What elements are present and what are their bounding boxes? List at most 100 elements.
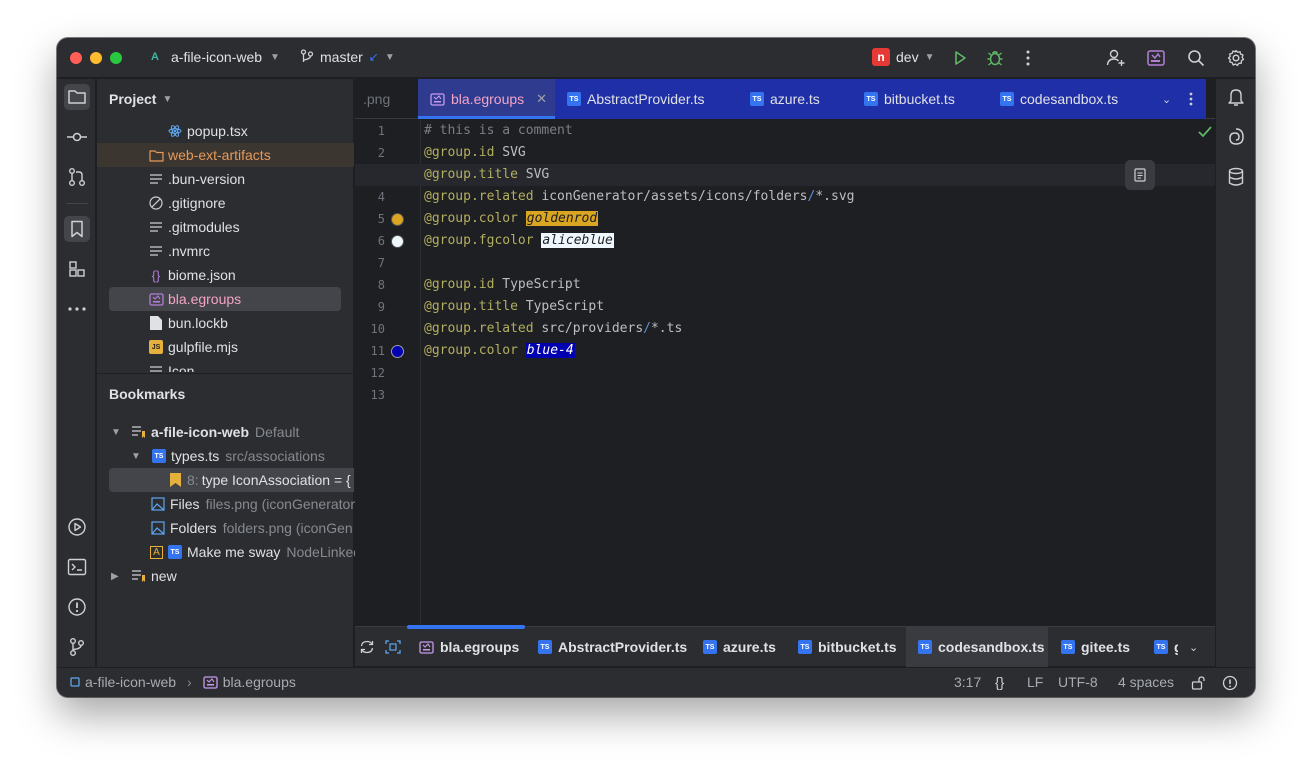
problems-icon[interactable]: [64, 594, 90, 620]
bottom-tab[interactable]: TS bitbucket.ts: [798, 627, 897, 667]
tab-list-chevron-icon[interactable]: ⌄: [1162, 79, 1171, 119]
tree-item[interactable]: JS gulpfile.mjs: [97, 335, 354, 359]
structure-icon[interactable]: [64, 256, 90, 282]
bookmark-hint: folders.png (iconGen: [222, 520, 353, 536]
bottom-tab[interactable]: TS g: [1154, 627, 1178, 667]
minimize-window-button[interactable]: [90, 52, 102, 64]
run-icon[interactable]: [64, 514, 90, 540]
text-file-icon: [148, 219, 164, 235]
tree-item-label: gulpfile.mjs: [168, 339, 239, 355]
editor-tab[interactable]: .png: [363, 79, 390, 119]
typescript-icon: TS: [798, 640, 812, 654]
code-keyword: @group.id: [424, 145, 495, 160]
breadcrumb-file[interactable]: bla.egroups: [223, 674, 296, 690]
tree-item-selected[interactable]: bla.egroups: [109, 287, 341, 311]
tree-item[interactable]: popup.tsx: [97, 119, 354, 143]
play-icon[interactable]: [949, 47, 971, 69]
code-separator: /: [643, 321, 651, 336]
project-tree: popup.tsx web-ext-artifacts .bun-version…: [97, 119, 354, 372]
tab-list-chevron-icon[interactable]: ⌄: [1189, 627, 1198, 667]
search-icon[interactable]: [1185, 47, 1207, 69]
bottom-tab[interactable]: TS azure.ts: [703, 627, 776, 667]
caret-position[interactable]: 3:17: [954, 674, 981, 690]
tree-item[interactable]: .bun-version: [97, 167, 354, 191]
bookmark-file[interactable]: ▼ TS types.ts src/associations: [97, 444, 354, 468]
problems-status-icon[interactable]: [1222, 675, 1238, 691]
line-ending[interactable]: LF: [1027, 674, 1043, 690]
bookmark-group[interactable]: ▶ new: [97, 564, 354, 588]
run-config-selector[interactable]: n dev ▼: [872, 48, 934, 66]
color-swatch-blue[interactable]: [391, 345, 404, 358]
encoding[interactable]: UTF-8: [1058, 674, 1098, 690]
editor-tab-active[interactable]: bla.egroups ✕: [418, 79, 555, 119]
tree-item[interactable]: Icon: [97, 359, 354, 372]
debug-icon[interactable]: [984, 47, 1006, 69]
bottom-tab[interactable]: bla.egroups: [419, 627, 519, 667]
tree-item[interactable]: .nvmrc: [97, 239, 354, 263]
project-folder-icon[interactable]: [64, 84, 90, 110]
editor-tab[interactable]: TS codesandbox.ts: [1000, 79, 1118, 119]
chevron-down-icon: ▼: [384, 51, 395, 63]
add-user-icon[interactable]: [1105, 47, 1127, 69]
bookmark-icon: [167, 472, 183, 488]
database-icon[interactable]: [1223, 164, 1249, 190]
branch-name: master: [320, 49, 363, 65]
close-window-button[interactable]: [70, 52, 82, 64]
braces-icon[interactable]: {}: [995, 674, 1004, 690]
line-number: 13: [370, 388, 385, 402]
terminal-icon[interactable]: [64, 554, 90, 580]
mnemonic-letter-icon: A: [150, 545, 163, 559]
screenshot-icon[interactable]: [385, 627, 401, 667]
tree-item[interactable]: {} biome.json: [97, 263, 354, 287]
settings-icon[interactable]: [1225, 47, 1247, 69]
tree-item[interactable]: .gitignore: [97, 191, 354, 215]
tab-label: AbstractProvider.ts: [558, 639, 688, 655]
color-swatch-goldenrod[interactable]: [391, 213, 404, 226]
more-vertical-icon[interactable]: [1017, 47, 1039, 69]
tree-item[interactable]: bun.lockb: [97, 311, 354, 335]
tree-item[interactable]: web-ext-artifacts: [97, 143, 354, 167]
tab-more-icon[interactable]: [1189, 79, 1193, 119]
breadcrumb-project[interactable]: a-file-icon-web: [85, 674, 176, 690]
indent-setting[interactable]: 4 spaces: [1118, 674, 1174, 690]
unlock-icon[interactable]: [1191, 676, 1205, 690]
bookmark-line-selected[interactable]: 8: type IconAssociation = {: [109, 468, 354, 492]
tab-label: g: [1174, 639, 1178, 655]
more-horizontal-icon[interactable]: [64, 296, 90, 322]
project-panel: Project ▼ popup.tsx web-ext-artifacts .b…: [97, 79, 361, 667]
bookmark-item[interactable]: A TS Make me sway NodeLinked: [97, 540, 361, 564]
code-value: *.ts: [650, 321, 683, 336]
bookmark-item[interactable]: Folders folders.png (iconGen: [97, 516, 354, 540]
notifications-bell-icon[interactable]: [1223, 84, 1249, 110]
bookmark-item[interactable]: Files files.png (iconGenerator: [97, 492, 355, 516]
bookmarks-icon[interactable]: [64, 216, 90, 242]
editor-tab[interactable]: TS AbstractProvider.ts: [567, 79, 705, 119]
bottom-tab[interactable]: TS gitee.ts: [1061, 627, 1130, 667]
project-selector[interactable]: A a-file-icon-web ▼: [147, 49, 280, 65]
git-icon[interactable]: [64, 634, 90, 660]
bottom-tab[interactable]: TS AbstractProvider.ts: [538, 627, 687, 667]
color-swatch-aliceblue[interactable]: [391, 235, 404, 248]
bottom-tab-active[interactable]: TS codesandbox.ts: [906, 627, 1048, 667]
bookmark-group[interactable]: ▼ a-file-icon-web Default: [97, 420, 354, 444]
egroups-icon: [430, 92, 445, 106]
run-config-name: dev: [896, 49, 919, 65]
editor-tab-bar: .png bla.egroups ✕ TS AbstractProvider.t…: [355, 79, 1215, 119]
editor-tab[interactable]: TS bitbucket.ts: [864, 79, 955, 119]
editor-tab[interactable]: TS azure.ts: [750, 79, 820, 119]
sync-icon[interactable]: [359, 627, 375, 667]
ai-assistant-icon[interactable]: [1223, 124, 1249, 150]
reader-mode-icon[interactable]: [1125, 160, 1155, 190]
commit-icon[interactable]: [64, 124, 90, 150]
maximize-window-button[interactable]: [110, 52, 122, 64]
egroups-icon: [148, 291, 164, 307]
tab-label: AbstractProvider.ts: [587, 91, 705, 107]
pull-request-icon[interactable]: [64, 164, 90, 190]
tree-item[interactable]: .gitmodules: [97, 215, 354, 239]
plugin-icon[interactable]: [1145, 47, 1167, 69]
typescript-icon: TS: [918, 640, 932, 654]
code-editor[interactable]: # this is a comment @group.id SVG @group…: [355, 120, 1215, 625]
close-tab-icon[interactable]: ✕: [536, 91, 547, 107]
project-panel-header[interactable]: Project ▼: [109, 91, 172, 107]
branch-selector[interactable]: master ↙ ▼: [300, 49, 395, 65]
